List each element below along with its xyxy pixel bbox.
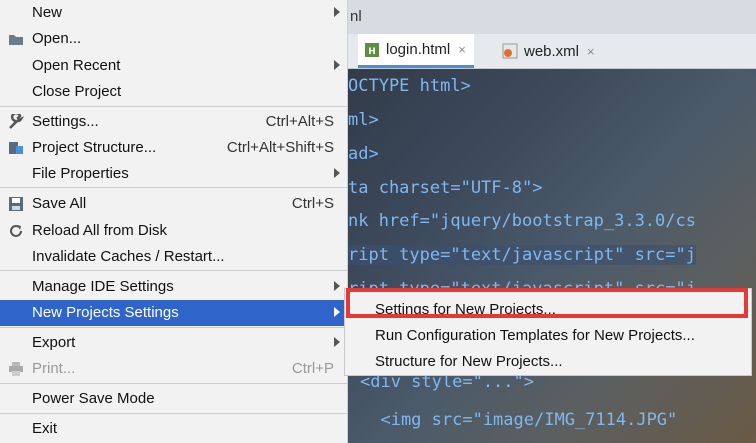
submenu-arrow-icon — [334, 307, 340, 317]
menu-item-label: New — [32, 4, 63, 21]
submenu-item-structure-for-new-projects[interactable]: Structure for New Projects... — [345, 349, 751, 375]
editor-tabs: H login.html × web.xml × — [348, 34, 756, 69]
xml-file-icon — [502, 43, 518, 59]
submenu-item-label: Structure for New Projects... — [375, 353, 563, 370]
submenu-arrow-icon — [334, 168, 340, 178]
menu-item-label: Manage IDE Settings — [32, 278, 174, 295]
menu-item-label: Export — [32, 334, 76, 351]
menu-shortcut: Ctrl+Alt+S — [265, 113, 334, 130]
code-line: ml> — [348, 110, 379, 130]
html-file-icon: H — [364, 42, 380, 58]
submenu-arrow-icon — [334, 7, 340, 17]
code-line: <img src="image/IMG_7114.JPG" — [360, 410, 678, 430]
menu-item-label: Reload All from Disk — [32, 222, 168, 239]
refresh-icon — [8, 223, 24, 239]
menu-shortcut: Ctrl+S — [291, 195, 334, 212]
submenu-arrow-icon — [334, 281, 340, 291]
menu-item-label: Open... — [32, 30, 82, 47]
menu-item-new[interactable]: New — [0, 0, 348, 26]
code-line: nk href="jquery/bootstrap_3.3.0/cs — [348, 211, 696, 231]
menu-item-label: Project Structure... — [32, 139, 157, 156]
menu-item-manage-ide-settings[interactable]: Manage IDE Settings — [0, 274, 348, 300]
menu-item-open[interactable]: Open... — [0, 26, 348, 52]
submenu-arrow-icon — [334, 60, 340, 70]
menu-item-new-projects-settings[interactable]: New Projects Settings — [0, 300, 348, 326]
menu-item-label: Print... — [32, 360, 76, 377]
close-icon[interactable]: × — [458, 42, 466, 57]
submenu-item-label: Run Configuration Templates for New Proj… — [375, 327, 695, 344]
submenu-item-run-configuration-templates[interactable]: Run Configuration Templates for New Proj… — [345, 323, 751, 349]
menu-item-label: Save All — [32, 195, 87, 212]
menu-item-file-properties[interactable]: File Properties — [0, 161, 348, 187]
code-line: OCTYPE html> — [348, 76, 471, 96]
menu-item-label: New Projects Settings — [32, 304, 179, 321]
file-menu: New Open... Open Recent Close Project Se… — [0, 0, 348, 443]
tab-label: login.html — [386, 41, 451, 58]
folder-icon — [8, 31, 24, 47]
code-line: ript type="text/javascript" src="j — [348, 245, 696, 265]
tab-label: web.xml — [524, 42, 580, 60]
editor-title-text: nl — [350, 8, 362, 25]
code-line: ad> — [348, 144, 379, 164]
code-line: ta charset="UTF-8"> — [348, 178, 543, 198]
menu-item-invalidate-caches[interactable]: Invalidate Caches / Restart... — [0, 244, 348, 270]
menu-item-print: Print... Ctrl+P — [0, 356, 348, 382]
menu-item-project-structure[interactable]: Project Structure... Ctrl+Alt+Shift+S — [0, 135, 348, 161]
menu-shortcut: Ctrl+Alt+Shift+S — [226, 139, 334, 156]
menu-separator — [0, 187, 348, 188]
printer-icon — [8, 361, 24, 377]
editor-title-bar: nl — [348, 0, 756, 34]
menu-item-settings[interactable]: Settings... Ctrl+Alt+S — [0, 109, 348, 135]
tab-web-xml[interactable]: web.xml × — [496, 34, 603, 68]
menu-item-label: Exit — [32, 420, 58, 437]
project-structure-icon — [8, 140, 24, 156]
menu-item-label: Invalidate Caches / Restart... — [32, 248, 225, 265]
highlight-box — [346, 288, 748, 318]
menu-item-label: File Properties — [32, 165, 129, 182]
menu-item-open-recent[interactable]: Open Recent — [0, 53, 348, 79]
menu-item-label: Open Recent — [32, 57, 121, 74]
wrench-icon — [8, 111, 25, 130]
menu-item-label: Settings... — [32, 113, 99, 130]
menu-shortcut: Ctrl+P — [291, 360, 334, 377]
close-icon[interactable]: × — [587, 44, 595, 59]
menu-separator — [0, 106, 348, 107]
menu-separator — [0, 413, 348, 414]
menu-separator — [0, 383, 348, 384]
editor-area: nl H login.html × web.xml × OCTYPE html>… — [348, 0, 756, 443]
tab-login-html[interactable]: H login.html × — [358, 34, 474, 68]
menu-item-exit[interactable]: Exit — [0, 416, 348, 442]
menu-separator — [0, 327, 348, 328]
save-icon — [8, 196, 24, 212]
submenu-arrow-icon — [334, 337, 340, 347]
menu-item-save-all[interactable]: Save All Ctrl+S — [0, 191, 348, 217]
menu-item-label: Close Project — [32, 83, 122, 100]
menu-separator — [0, 270, 348, 271]
menu-item-reload-all[interactable]: Reload All from Disk — [0, 218, 348, 244]
menu-item-close-project[interactable]: Close Project — [0, 79, 348, 105]
menu-item-power-save-mode[interactable]: Power Save Mode — [0, 386, 348, 412]
menu-item-export[interactable]: Export — [0, 330, 348, 356]
menu-item-label: Power Save Mode — [32, 390, 155, 407]
svg-text:H: H — [368, 47, 376, 57]
